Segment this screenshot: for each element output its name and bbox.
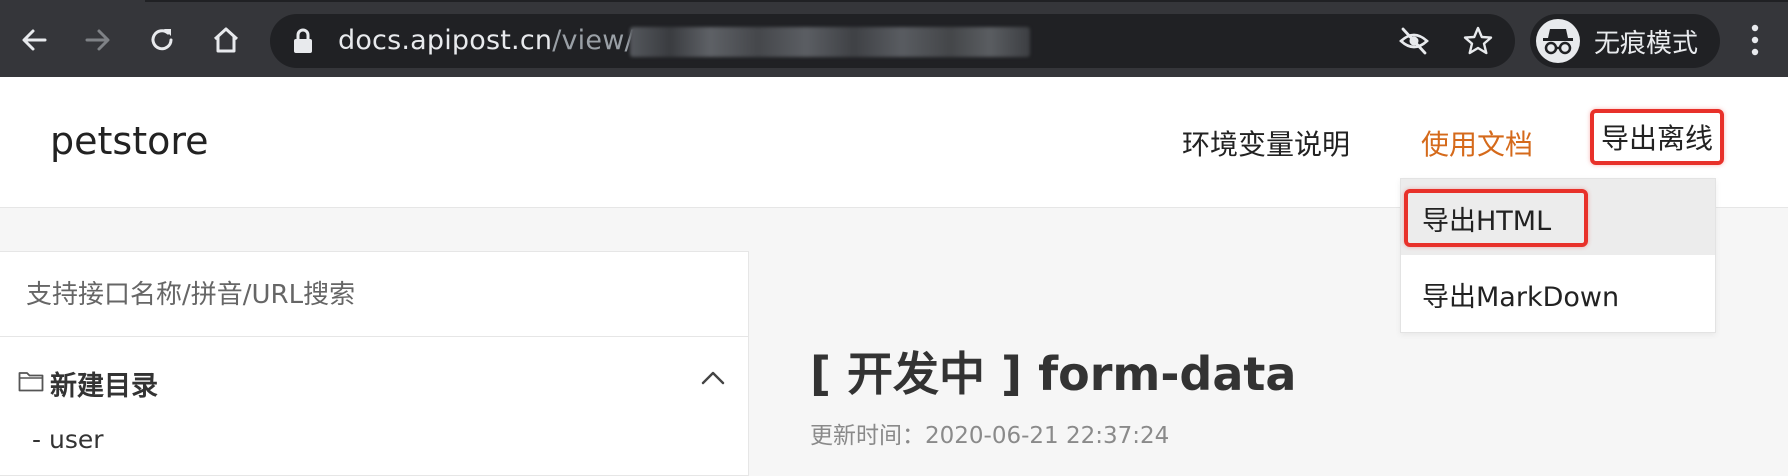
tab-strip-edge	[0, 0, 1788, 2]
incognito-avatar	[1536, 19, 1580, 63]
export-dropdown-menu: 导出HTML 导出MarkDown	[1400, 178, 1716, 333]
star-icon[interactable]	[1462, 25, 1494, 57]
folder-row[interactable]: 新建目录	[0, 352, 748, 414]
back-icon	[22, 29, 47, 51]
url-redacted-segment	[630, 27, 1030, 57]
url-host: docs.apipost.cn	[338, 25, 553, 56]
project-title[interactable]: petstore	[50, 119, 209, 163]
nav-env-variables[interactable]: 环境变量说明	[1182, 123, 1350, 163]
kebab-menu-icon[interactable]	[1740, 22, 1770, 58]
address-bar[interactable]: docs.apipost.cn/view/	[270, 14, 1515, 68]
incognito-icon	[1543, 29, 1573, 55]
sidebar: 新建目录 - user	[0, 251, 749, 476]
updated-timestamp: 更新时间：2020-06-21 22:37:24	[810, 423, 1170, 449]
nav-usage-docs[interactable]: 使用文档	[1421, 123, 1533, 163]
highlight-box: 导出HTML	[1404, 189, 1588, 247]
reload-icon	[151, 29, 173, 51]
lock-icon[interactable]	[292, 28, 314, 54]
incognito-label: 无痕模式	[1594, 28, 1699, 59]
reload-button[interactable]	[142, 20, 182, 60]
chevron-up-icon[interactable]	[700, 368, 726, 388]
tree-item-user[interactable]: - user	[32, 425, 104, 454]
menu-item-export-markdown[interactable]: 导出MarkDown	[1401, 255, 1715, 331]
sidebar-search	[0, 252, 748, 337]
menu-item-export-html-label: 导出HTML	[1422, 205, 1552, 237]
url-path: /view/	[552, 25, 634, 56]
eye-slash-icon[interactable]	[1398, 25, 1430, 57]
nav-export-offline[interactable]: 导出离线	[1590, 109, 1724, 165]
home-icon	[213, 27, 239, 53]
back-button[interactable]	[14, 20, 54, 60]
browser-toolbar: docs.apipost.cn/view/ 无痕模式	[0, 0, 1788, 77]
forward-icon	[85, 29, 110, 51]
menu-item-export-html[interactable]: 导出HTML	[1401, 179, 1715, 255]
incognito-indicator[interactable]: 无痕模式	[1530, 14, 1720, 68]
folder-icon	[18, 372, 44, 392]
menu-item-export-markdown-label: 导出MarkDown	[1422, 282, 1620, 313]
search-input[interactable]	[24, 274, 718, 316]
home-button[interactable]	[206, 20, 246, 60]
folder-label: 新建目录	[50, 371, 158, 402]
url-text[interactable]: docs.apipost.cn/view/	[338, 24, 634, 58]
nav-export-offline-label: 导出离线	[1600, 122, 1713, 155]
api-title: [ 开发中 ] form-data	[810, 347, 1297, 401]
forward-button[interactable]	[78, 20, 118, 60]
